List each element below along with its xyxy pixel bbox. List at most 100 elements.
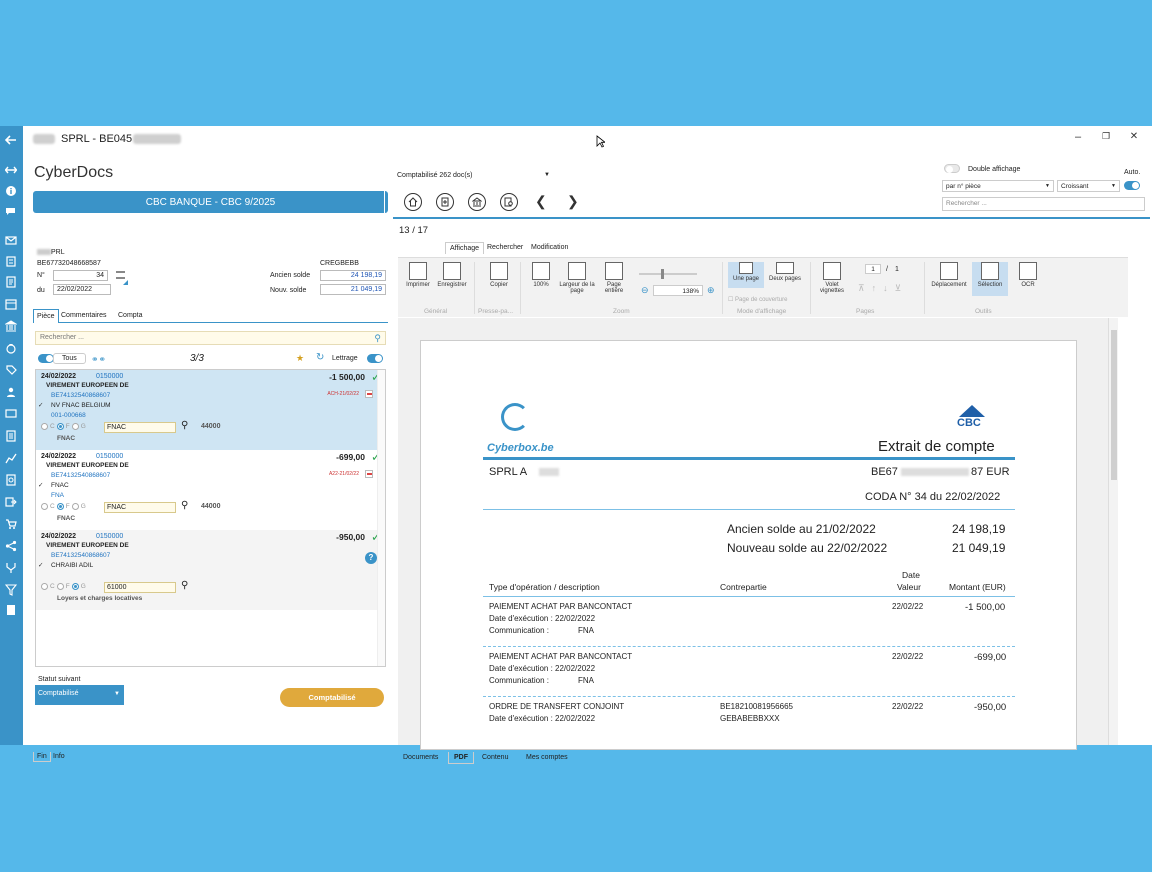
- radio-g[interactable]: [71, 503, 79, 510]
- branch-icon[interactable]: [3, 560, 19, 576]
- tab-info[interactable]: Info: [52, 752, 66, 761]
- lettrage-toggle[interactable]: [367, 354, 383, 363]
- share-icon[interactable]: [3, 538, 19, 554]
- chat-icon[interactable]: [3, 204, 19, 220]
- tab-fin[interactable]: Fin: [33, 752, 51, 762]
- zoom-input[interactable]: 138%: [653, 285, 703, 296]
- thumbnails-button[interactable]: Volet vignettes: [816, 262, 848, 294]
- tab-commentaires[interactable]: Commentaires: [58, 309, 110, 323]
- radio-g[interactable]: [71, 423, 79, 430]
- sort-select[interactable]: par n° pièce ▼: [942, 180, 1054, 192]
- list-item[interactable]: 24/02/2022 0150000 -950,00 ✓ VIREMENT EU…: [36, 530, 385, 610]
- save-button[interactable]: Enregistrer: [434, 262, 470, 288]
- zoom-slider[interactable]: [639, 269, 697, 279]
- list-item[interactable]: 24/02/2022 0150000 -699,00 ✓ VIREMENT EU…: [36, 450, 385, 530]
- cart-icon[interactable]: [3, 516, 19, 532]
- print-button[interactable]: Imprimer: [403, 262, 433, 288]
- order-select[interactable]: Croissant ▼: [1057, 180, 1120, 192]
- report-icon[interactable]: [3, 472, 19, 488]
- two-pages-button[interactable]: Deux pages: [766, 262, 804, 282]
- tab-affichage[interactable]: Affichage: [445, 242, 485, 254]
- radio-g[interactable]: [71, 583, 79, 590]
- calendar-icon[interactable]: [3, 296, 19, 312]
- next-arrow-icon[interactable]: ❯: [567, 193, 579, 210]
- selection-button[interactable]: Sélection: [972, 262, 1008, 296]
- close-button[interactable]: ✕: [1127, 131, 1141, 145]
- ancien-solde-field[interactable]: 24 198,19: [320, 270, 386, 281]
- search-icon[interactable]: ⚲: [181, 420, 188, 431]
- page-number-input[interactable]: 1: [865, 264, 881, 274]
- date-field[interactable]: 22/02/2022: [53, 284, 111, 295]
- tous-button[interactable]: Tous: [53, 353, 86, 364]
- document-search-icon[interactable]: [500, 193, 518, 211]
- tab-modification[interactable]: Modification: [527, 242, 572, 253]
- scrollbar-thumb[interactable]: [1111, 330, 1117, 480]
- notes-icon[interactable]: [3, 602, 19, 618]
- account-input[interactable]: 61000: [104, 582, 176, 593]
- search-icon[interactable]: ⚲: [181, 580, 188, 591]
- users-icon[interactable]: [3, 384, 19, 400]
- copy-button[interactable]: Copier: [482, 262, 516, 288]
- tab-contenu[interactable]: Contenu: [477, 752, 513, 763]
- zoom-in-icon[interactable]: ⊕: [707, 285, 715, 296]
- radio-f[interactable]: [56, 503, 64, 510]
- list-icon[interactable]: [3, 428, 19, 444]
- tag-icon[interactable]: [3, 362, 19, 378]
- tous-toggle[interactable]: [38, 354, 54, 363]
- zoom-out-icon[interactable]: ⊖: [641, 285, 649, 296]
- page-nav-icons[interactable]: ⊼↑↓⊻: [858, 283, 908, 294]
- bank-icon[interactable]: [468, 193, 486, 211]
- tab-rechercher[interactable]: Rechercher: [483, 242, 527, 253]
- link-icon[interactable]: ⚭⚭: [91, 354, 106, 365]
- entries-scrollbar[interactable]: [377, 370, 385, 666]
- minimize-button[interactable]: –: [1071, 131, 1085, 145]
- list-icon[interactable]: [116, 271, 125, 279]
- doc-search-input[interactable]: Rechercher ...: [942, 197, 1145, 211]
- auto-match-icon[interactable]: ★: [296, 353, 304, 364]
- info-icon[interactable]: [3, 183, 19, 199]
- chevron-down-icon[interactable]: ▼: [544, 172, 550, 178]
- double-affichage-toggle[interactable]: [944, 164, 960, 173]
- building-icon[interactable]: [3, 253, 19, 269]
- tab-mes-comptes[interactable]: Mes comptes: [521, 752, 573, 763]
- journal-selector[interactable]: CBC BANQUE - CBC 9/2025: [33, 191, 388, 213]
- radio-c[interactable]: [41, 423, 48, 430]
- statut-select[interactable]: Comptabilisé ▼: [35, 685, 124, 705]
- page-width-button[interactable]: Largeur de la page: [558, 262, 596, 294]
- tab-compta[interactable]: Compta: [115, 309, 146, 323]
- doc-filter[interactable]: Comptabilisé 262 doc(s) ▼: [397, 172, 550, 179]
- document-add-icon[interactable]: [436, 193, 454, 211]
- pan-button[interactable]: Déplacement: [930, 262, 968, 288]
- list-item[interactable]: 24/02/2022 0150000 -1 500,00 ✓ VIREMENT …: [36, 370, 385, 450]
- radio-c[interactable]: [41, 583, 48, 590]
- cover-page-checkbox[interactable]: ☐ Page de couverture: [728, 296, 787, 303]
- tab-piece[interactable]: Pièce: [33, 309, 59, 323]
- bank-icon[interactable]: [3, 318, 19, 334]
- message-icon[interactable]: [3, 406, 19, 422]
- filter-icon[interactable]: [3, 582, 19, 598]
- money-bag-icon[interactable]: [3, 340, 19, 356]
- radio-c[interactable]: [41, 503, 48, 510]
- comptabilise-button[interactable]: Comptabilisé: [280, 688, 384, 707]
- journal-dropdown-handle[interactable]: [384, 191, 388, 213]
- tab-documents[interactable]: Documents: [398, 752, 443, 763]
- previous-arrow-icon[interactable]: ❮: [535, 193, 547, 210]
- account-input[interactable]: FNAC: [104, 502, 176, 513]
- radio-f[interactable]: [56, 423, 64, 430]
- home-icon[interactable]: [404, 193, 422, 211]
- full-page-button[interactable]: Page entière: [600, 262, 628, 294]
- document-icon[interactable]: [3, 274, 19, 290]
- ocr-button[interactable]: OCR: [1014, 262, 1042, 288]
- account-input[interactable]: FNAC: [104, 422, 176, 433]
- nouv-solde-field[interactable]: 21 049,19: [320, 284, 386, 295]
- mail-icon[interactable]: [3, 232, 19, 248]
- auto-toggle[interactable]: [1124, 181, 1140, 190]
- back-arrow-icon[interactable]: [3, 132, 19, 148]
- swap-icon[interactable]: [3, 162, 19, 178]
- refresh-icon[interactable]: ↻: [316, 352, 324, 363]
- chart-icon[interactable]: [3, 450, 19, 466]
- document-icon[interactable]: [365, 390, 373, 398]
- help-icon[interactable]: ?: [365, 552, 377, 564]
- maximize-button[interactable]: ❐: [1099, 131, 1113, 145]
- search-icon[interactable]: ⚲: [374, 333, 381, 344]
